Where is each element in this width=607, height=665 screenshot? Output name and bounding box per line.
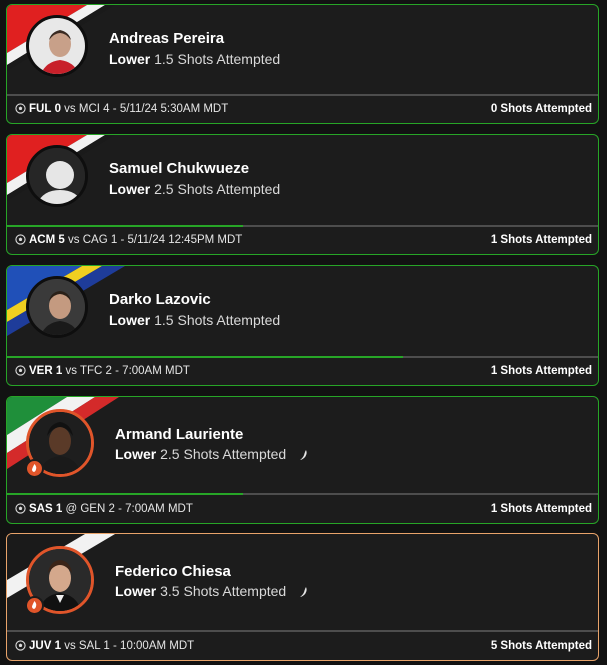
soccer-ball-icon: [15, 503, 26, 514]
pick-card[interactable]: Darko Lazovic Lower 1.5 Shots Attempted …: [6, 265, 599, 386]
player-avatar: [26, 15, 88, 77]
pick-card[interactable]: Armand Lauriente Lower 2.5 Shots Attempt…: [6, 396, 599, 524]
player-avatar: [26, 145, 88, 207]
soccer-ball-icon: [15, 365, 26, 376]
pick-card[interactable]: Samuel Chukwueze Lower 2.5 Shots Attempt…: [6, 134, 599, 255]
result-value: 1 Shots Attempted: [490, 365, 592, 377]
game-info: VER 1 vs TFC 2 - 7:00AM MDT: [29, 365, 190, 377]
game-footer: ACM 5 vs CAG 1 - 5/11/24 12:45PM MDT 1 S…: [7, 226, 598, 254]
flame-icon: [25, 596, 44, 615]
result-value: 0 Shots Attempted: [490, 103, 592, 115]
player-avatar: [26, 276, 88, 338]
flame-icon: [25, 459, 44, 478]
soccer-ball-icon: [15, 640, 26, 651]
pick-line: Lower 1.5 Shots Attempted: [109, 51, 281, 67]
game-info: JUV 1 vs SAL 1 - 10:00AM MDT: [29, 640, 195, 652]
pick-line: Lower 2.5 Shots Attempted: [109, 181, 281, 197]
player-name: Armand Lauriente: [115, 426, 244, 443]
pick-line: Lower 2.5 Shots Attempted: [115, 446, 310, 462]
player-name: Darko Lazovic: [109, 291, 211, 308]
game-footer: SAS 1 @ GEN 2 - 7:00AM MDT 1 Shots Attem…: [7, 495, 598, 523]
pick-card[interactable]: Andreas Pereira Lower 1.5 Shots Attempte…: [6, 4, 599, 124]
pick-line: Lower 1.5 Shots Attempted: [109, 312, 281, 328]
result-value: 5 Shots Attempted: [490, 640, 592, 652]
player-name: Andreas Pereira: [109, 30, 225, 47]
soccer-ball-icon: [15, 103, 26, 114]
soccer-ball-icon: [15, 234, 26, 245]
result-value: 1 Shots Attempted: [490, 503, 592, 515]
chili-pepper-icon: [300, 587, 307, 598]
game-footer: JUV 1 vs SAL 1 - 10:00AM MDT 5 Shots Att…: [7, 632, 598, 660]
player-name: Federico Chiesa: [115, 563, 231, 580]
chili-pepper-icon: [300, 450, 307, 461]
game-info: ACM 5 vs CAG 1 - 5/11/24 12:45PM MDT: [29, 234, 243, 246]
pick-line: Lower 3.5 Shots Attempted: [115, 583, 310, 599]
game-info: FUL 0 vs MCI 4 - 5/11/24 5:30AM MDT: [29, 103, 229, 115]
player-name: Samuel Chukwueze: [109, 160, 250, 177]
pick-card[interactable]: Federico Chiesa Lower 3.5 Shots Attempte…: [6, 533, 599, 661]
game-footer: FUL 0 vs MCI 4 - 5/11/24 5:30AM MDT 0 Sh…: [7, 95, 598, 123]
game-info: SAS 1 @ GEN 2 - 7:00AM MDT: [29, 503, 193, 515]
result-value: 1 Shots Attempted: [490, 234, 592, 246]
game-footer: VER 1 vs TFC 2 - 7:00AM MDT 1 Shots Atte…: [7, 357, 598, 385]
